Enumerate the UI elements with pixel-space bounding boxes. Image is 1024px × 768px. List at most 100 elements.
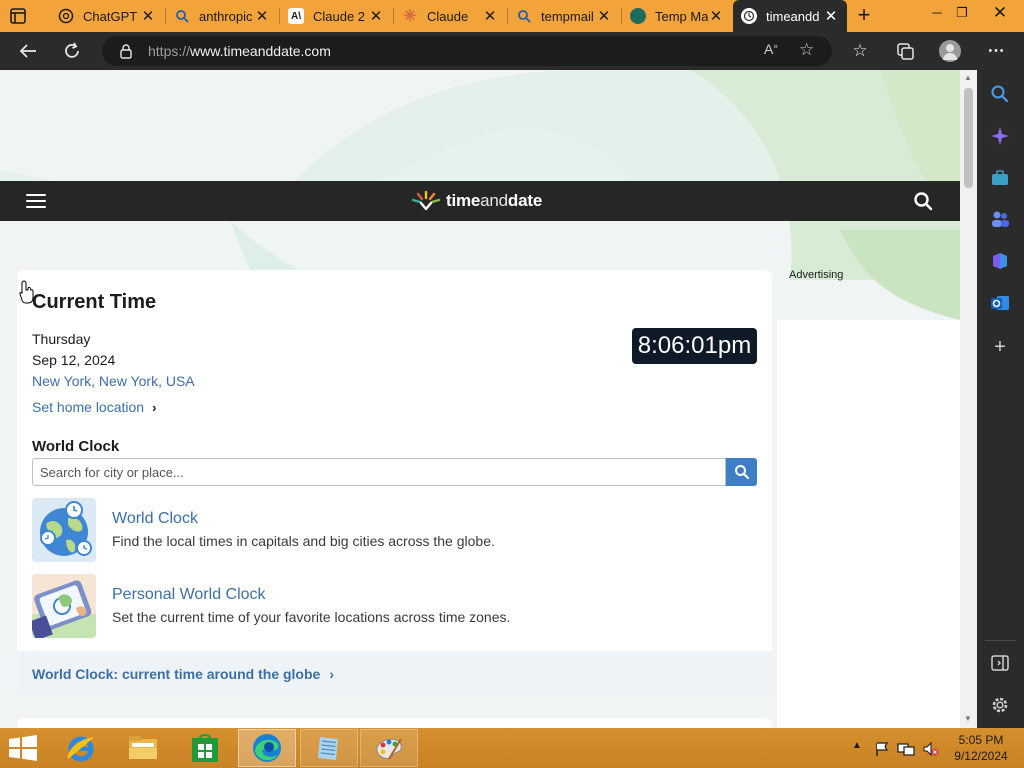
personal-world-clock-description: Set the current time of your favorite lo… [112,609,511,625]
url-text[interactable]: https://www.timeanddate.com [148,43,331,59]
close-tab-icon[interactable]: ✕ [482,7,498,25]
timeanddate-icon [741,8,757,24]
back-icon[interactable] [17,40,39,62]
people-icon[interactable] [989,208,1011,230]
advertising-area [777,320,960,728]
address-bar[interactable]: https://www.timeanddate.com A» ☆ [102,36,832,66]
favorites-icon[interactable]: ☆ [849,40,871,62]
anthropic-icon: A\ [288,8,304,24]
tab-timeanddate[interactable]: timeandd ✕ [733,0,847,32]
tools-briefcase-icon[interactable] [989,167,1011,189]
world-clock-thumbnail[interactable] [32,498,96,562]
read-aloud-icon[interactable]: A» [764,41,778,57]
tab-temp-mail[interactable]: Temp Ma ✕ [622,0,732,32]
world-clock-footer-link[interactable]: World Clock: current time around the glo… [32,666,334,682]
restore-button[interactable]: ❐ [947,2,977,26]
paint-palette-icon [376,738,402,760]
show-hidden-icons[interactable]: ▲ [852,740,862,751]
new-tab-button[interactable]: + [852,4,876,28]
tab-anthropic[interactable]: anthropic ✕ [166,0,278,32]
logo-wordmark: timeanddate [446,191,542,211]
close-tab-icon[interactable]: ✕ [708,7,724,25]
close-window-button[interactable]: ✕ [985,2,1015,26]
digital-clock: 8:06:01pm [632,328,757,364]
logo-word-date: date [507,191,543,210]
advertising-label: Advertising [789,269,844,281]
outlook-icon[interactable] [989,292,1011,314]
url-scheme: https:// [148,43,191,59]
site-logo[interactable]: timeanddate [410,191,542,211]
add-favorite-icon[interactable]: ☆ [799,40,814,60]
profile-avatar[interactable] [939,40,961,62]
world-clock-heading: World Clock [32,438,120,455]
network-icon[interactable] [897,741,915,757]
tab-title: Temp Ma [655,8,708,24]
tab-chatgpt[interactable]: ChatGPT ✕ [50,0,164,32]
m365-icon[interactable] [989,250,1011,272]
taskbar-store[interactable] [176,729,234,767]
collections-icon[interactable] [894,40,916,62]
current-day: Thursday [32,331,91,347]
search-icon [734,465,749,480]
personal-world-clock-link[interactable]: Personal World Clock [112,586,266,604]
store-icon [192,734,218,762]
logo-word-and: and [480,191,508,210]
volume-muted-icon[interactable] [922,741,940,757]
claude-icon: ✳ [403,8,417,25]
close-tab-icon[interactable]: ✕ [140,7,156,25]
browser-toolbar: https://www.timeanddate.com A» ☆ ☆ ⋯ [0,32,1024,70]
taskbar-notepad[interactable] [300,729,358,767]
close-tab-icon[interactable]: ✕ [596,7,612,25]
sidebar-divider [985,640,1016,641]
copilot-sparkle-icon[interactable] [989,125,1011,147]
card-footer: World Clock: current time around the glo… [17,651,772,694]
folder-icon [129,736,157,759]
search-icon[interactable] [913,191,933,211]
close-tab-icon[interactable]: ✕ [823,7,839,25]
tab-tempmail[interactable]: tempmail ✕ [508,0,620,32]
taskbar-edge[interactable] [238,729,296,767]
url-host: www.timeanddate.com [190,43,331,59]
page-title: Current Time [32,291,157,313]
edge-icon [253,734,281,762]
gear-icon[interactable] [989,694,1011,716]
scroll-down-icon[interactable]: ▼ [964,714,972,723]
notepad-icon [318,737,338,760]
close-tab-icon[interactable]: ✕ [368,7,384,25]
search-icon[interactable] [989,83,1011,105]
add-icon[interactable]: + [989,336,1011,358]
current-time-card: Current Time Thursday Sep 12, 2024 New Y… [17,270,772,694]
close-tab-icon[interactable]: ✕ [254,7,270,25]
hamburger-menu-icon[interactable] [26,194,46,209]
hide-sidebar-icon[interactable] [989,652,1011,674]
site-header: timeanddate [0,181,960,221]
page-scrollbar[interactable]: ▲ ▼ [960,70,977,728]
hand-cursor-icon [19,280,34,304]
world-clock-description: Find the local times in capitals and big… [112,533,495,549]
taskbar-clock[interactable]: 5:05 PM 9/12/2024 [946,732,1016,764]
scroll-up-icon[interactable]: ▲ [964,73,972,82]
action-center-flag-icon[interactable] [874,741,890,757]
taskbar-file-explorer[interactable] [114,729,172,767]
tab-claude[interactable]: ✳ Claude ✕ [394,0,506,32]
taskbar-time: 5:05 PM [958,733,1004,747]
personal-world-clock-thumbnail[interactable] [32,574,96,638]
windows-start-icon[interactable] [8,735,38,761]
current-location-link[interactable]: New York, New York, USA [32,373,195,389]
city-search-button[interactable] [726,458,757,486]
tempmail-icon [630,8,646,24]
refresh-icon[interactable] [61,40,83,62]
browser-tab-strip: ChatGPT ✕ anthropic ✕ A\ Claude 2 ✕ ✳ Cl… [0,0,1024,32]
page-viewport: ▲ ▼ timeanddate Advertising Current Time… [0,70,977,728]
settings-more-icon[interactable]: ⋯ [985,40,1007,62]
tab-actions-icon[interactable] [8,6,28,26]
scrollbar-thumb[interactable] [964,88,973,188]
tab-title: tempmail [541,8,594,24]
tab-claude-2[interactable]: A\ Claude 2 ✕ [280,0,392,32]
taskbar-paint[interactable] [360,729,418,767]
lock-icon[interactable] [118,43,134,59]
world-clock-link[interactable]: World Clock [112,510,198,528]
taskbar-internet-explorer[interactable] [52,729,110,767]
city-search-input[interactable] [32,458,726,486]
set-home-location-link[interactable]: Set home location › [32,399,156,415]
